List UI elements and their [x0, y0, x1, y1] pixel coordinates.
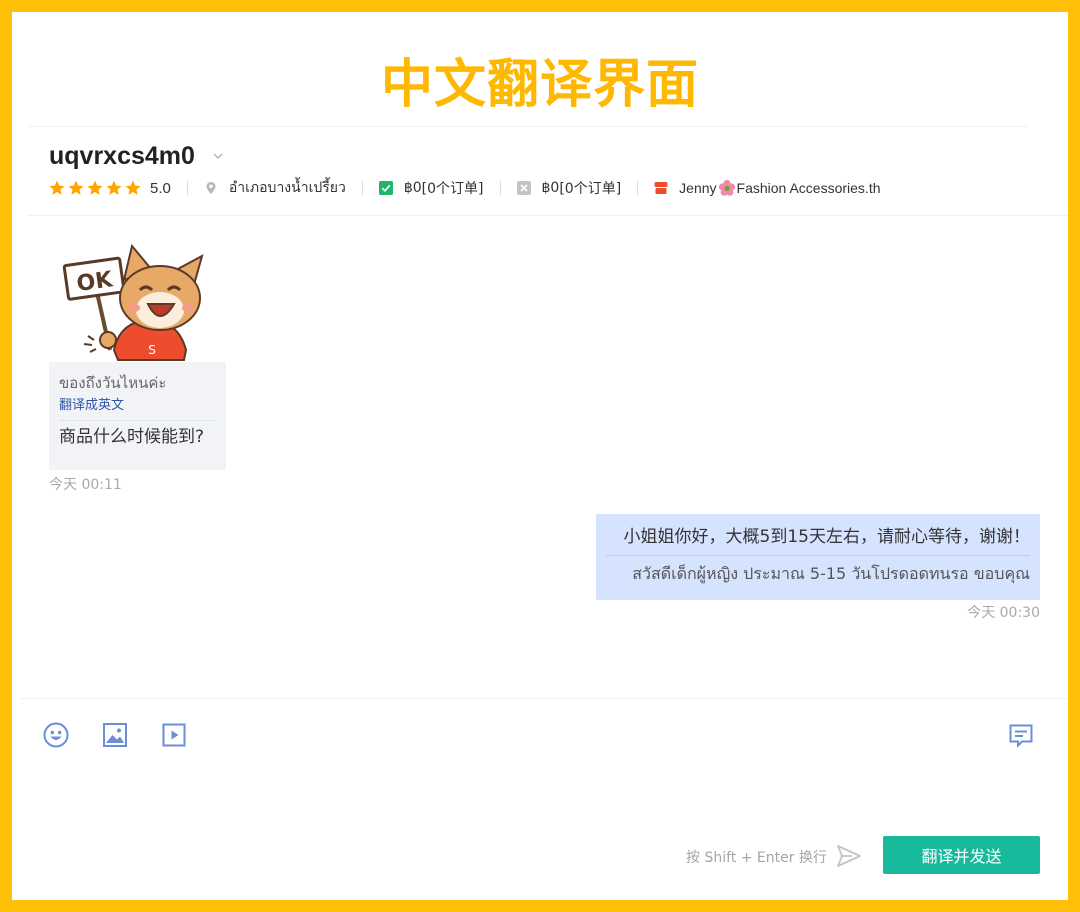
separator [637, 181, 639, 195]
video-button[interactable] [161, 722, 187, 748]
bubble-divider [606, 555, 1030, 556]
divider [20, 698, 1068, 699]
cancelled-orders: ฿0 [0个订单] [516, 178, 622, 198]
separator [499, 181, 501, 195]
incoming-timestamp: 今天 00:11 [49, 477, 122, 493]
cross-box-icon [516, 181, 531, 195]
star-icon [68, 180, 84, 195]
shop-name-prefix: Jenny [679, 180, 717, 196]
page-frame: 中文翻译界面 uqvrxcs4m0 5.0 อำเภอบางน้ำเปรี้ยว [12, 12, 1068, 900]
original-message-text: ของถึงวันไหนค่ะ [59, 374, 167, 392]
cancelled-amount: ฿0 [541, 180, 560, 196]
separator [186, 181, 188, 195]
star-icon [125, 180, 141, 195]
translate-to-english-link[interactable]: 翻译成英文 [59, 397, 216, 415]
video-play-icon [162, 723, 186, 747]
translated-message-text: 商品什么时候能到? [59, 427, 205, 447]
divider [28, 215, 1068, 216]
chevron-down-icon[interactable] [211, 149, 225, 163]
shop-icon [654, 182, 668, 194]
shop-link[interactable]: Jenny Fashion Accessories.th [654, 179, 881, 197]
rating-value: 5.0 [150, 179, 171, 197]
banner-title: 中文翻译界面 [380, 55, 699, 115]
image-icon [103, 723, 127, 747]
location: อำเภอบางน้ำเปรี้ยว [204, 177, 346, 199]
completed-order-count: [0个订单] [421, 181, 484, 197]
rating-stars [48, 179, 142, 197]
chat-template-icon [1009, 724, 1033, 748]
check-box-icon [378, 181, 393, 195]
svg-text:S: S [148, 343, 156, 357]
divider [28, 126, 1028, 127]
quick-reply-button[interactable] [1008, 722, 1034, 748]
ok-dog-sticker: OK S [62, 243, 204, 361]
location-text: อำเภอบางน้ำเปรี้ยว [228, 180, 346, 196]
outgoing-timestamp: 今天 00:30 [967, 605, 1040, 621]
svg-text:OK: OK [75, 267, 115, 297]
image-button[interactable] [102, 722, 128, 748]
cancelled-order-count: [0个订单] [559, 181, 622, 197]
translate-and-send-button[interactable]: 翻译并发送 [883, 836, 1040, 874]
username[interactable]: uqvrxcs4m0 [49, 142, 195, 171]
newline-hint: 按 Shift + Enter 换行 [686, 850, 827, 866]
location-pin-icon [206, 182, 216, 194]
send-icon[interactable] [836, 844, 862, 868]
shop-name-suffix: Fashion Accessories.th [736, 180, 881, 196]
completed-orders: ฿0 [0个订单] [378, 178, 484, 198]
buyer-meta-row: 5.0 อำเภอบางน้ำเปรี้ยว ฿0 [0个订单] ฿0 [0个订… [48, 178, 1048, 198]
outgoing-message-text: 小姐姐你好，大概5到15天左右，请耐心等待，谢谢！ [623, 527, 1030, 547]
star-icon [106, 180, 122, 195]
separator [361, 181, 363, 195]
incoming-message-bubble: ของถึงวันไหนค่ะ 翻译成英文 商品什么时候能到? [49, 362, 226, 470]
star-icon [87, 180, 103, 195]
emoji-button[interactable] [43, 722, 69, 748]
flower-icon [718, 179, 735, 196]
completed-amount: ฿0 [403, 180, 422, 196]
star-icon [49, 180, 65, 195]
outgoing-translated-text: สวัสดีเด็กผู้หญิง ประมาณ 5-15 วันโปรดอดท… [632, 564, 1030, 583]
emoji-icon [43, 722, 69, 748]
outgoing-message-bubble: 小姐姐你好，大概5到15天左右，请耐心等待，谢谢！ สวัสดีเด็กผู้ห… [596, 514, 1040, 600]
bubble-divider [59, 420, 216, 421]
message-input[interactable] [42, 762, 1038, 832]
